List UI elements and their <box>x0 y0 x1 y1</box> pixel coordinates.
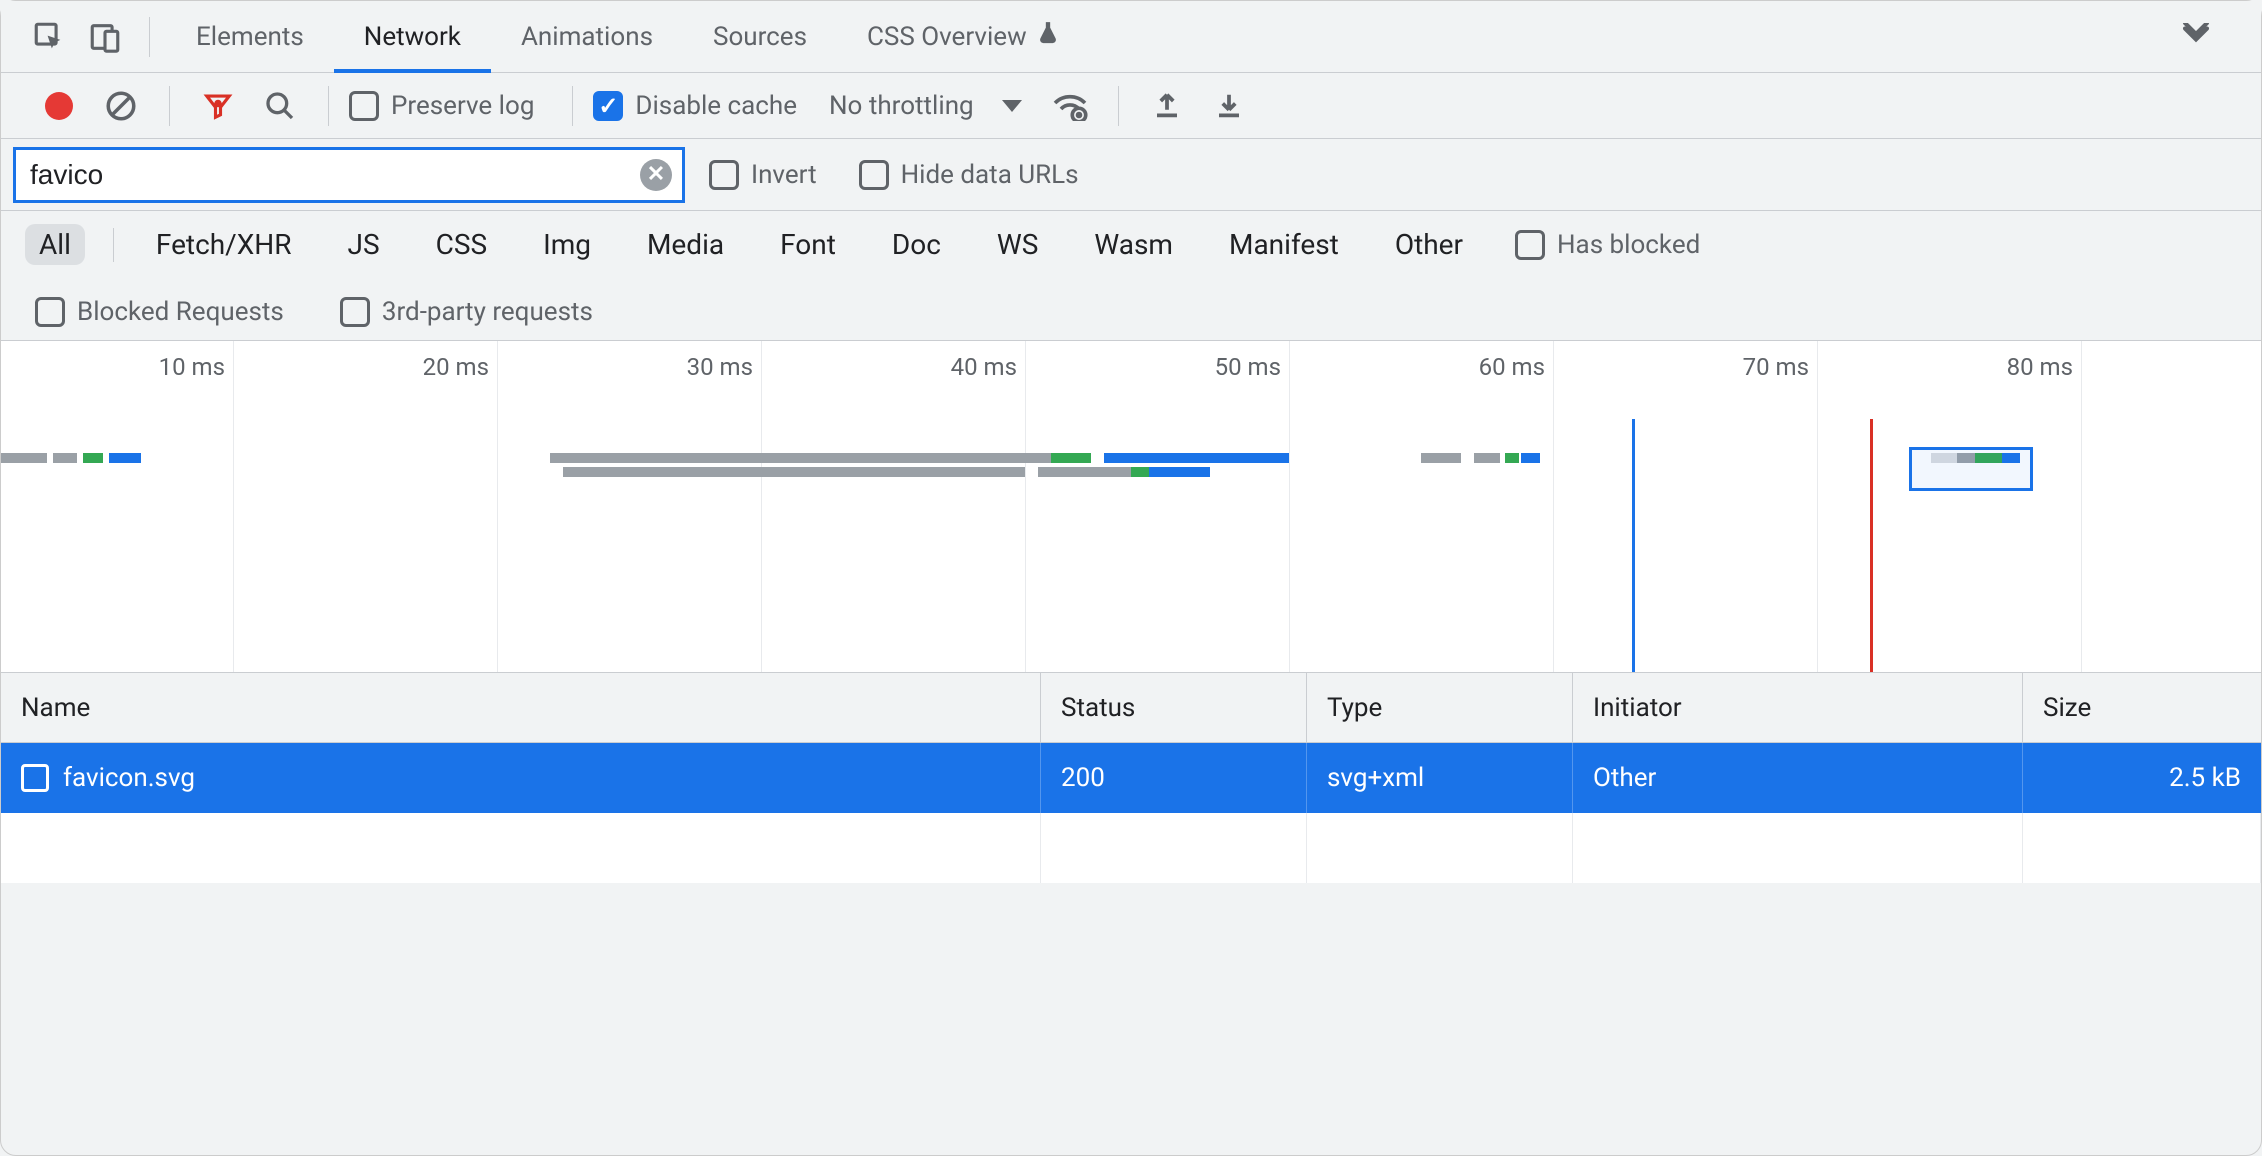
filter-ws[interactable]: WS <box>983 224 1052 265</box>
preserve-log-checkbox[interactable]: Preserve log <box>349 91 534 121</box>
tab-elements[interactable]: Elements <box>166 1 334 73</box>
clear-filter-icon[interactable]: ✕ <box>640 159 672 191</box>
filter-other[interactable]: Other <box>1381 224 1477 265</box>
clear-button[interactable] <box>99 84 143 128</box>
col-name[interactable]: Name <box>1 673 1041 742</box>
load-event-marker <box>1870 419 1873 672</box>
divider <box>328 86 329 126</box>
filter-js[interactable]: JS <box>334 224 394 265</box>
col-type[interactable]: Type <box>1307 673 1573 742</box>
network-toolbar: Preserve log Disable cache No throttling <box>1 73 2261 139</box>
table-row[interactable]: favicon.svg 200 svg+xml Other 2.5 kB <box>1 743 2261 813</box>
filter-font[interactable]: Font <box>766 224 850 265</box>
tab-label: Network <box>364 22 461 52</box>
tab-sources[interactable]: Sources <box>683 1 837 73</box>
tab-css-overview[interactable]: CSS Overview <box>837 1 1091 73</box>
checkbox-label: Has blocked <box>1557 230 1700 260</box>
disable-cache-checkbox[interactable]: Disable cache <box>593 91 797 121</box>
checkbox-label: Invert <box>751 160 817 190</box>
table-header: Name Status Type Initiator Size <box>1 673 2261 743</box>
category-filter-row: All Fetch/XHR JS CSS Img Media Font Doc … <box>1 211 2261 341</box>
timeline-selection[interactable] <box>1909 447 2033 491</box>
blocked-requests-checkbox[interactable]: Blocked Requests <box>35 297 284 327</box>
filter-input[interactable] <box>30 159 640 191</box>
filter-input-wrapper: ✕ <box>13 147 685 203</box>
cell-initiator: Other <box>1573 743 2023 813</box>
timeline-grid <box>1 341 2261 672</box>
checkbox-label: Preserve log <box>391 91 534 121</box>
checkbox-icon <box>709 160 739 190</box>
devtools-tab-bar: Elements Network Animations Sources CSS … <box>1 1 2261 73</box>
divider <box>149 17 150 57</box>
more-tabs-icon[interactable] <box>2151 22 2241 52</box>
cell-size: 2.5 kB <box>2023 743 2261 813</box>
network-conditions-icon[interactable] <box>1048 84 1092 128</box>
filter-toggle-icon[interactable] <box>196 84 240 128</box>
divider <box>169 86 170 126</box>
divider <box>572 86 573 126</box>
timeline-labels: 10 ms20 ms30 ms40 ms50 ms60 ms70 ms80 ms… <box>1 347 2261 381</box>
col-initiator[interactable]: Initiator <box>1573 673 2023 742</box>
cell-name: favicon.svg <box>1 743 1041 813</box>
tab-label: Sources <box>713 22 807 52</box>
record-button[interactable] <box>45 92 73 120</box>
tab-network[interactable]: Network <box>334 1 491 73</box>
tab-label: Animations <box>521 22 653 52</box>
network-timeline[interactable]: 10 ms20 ms30 ms40 ms50 ms60 ms70 ms80 ms… <box>1 341 2261 673</box>
checkbox-icon <box>859 160 889 190</box>
file-icon <box>21 764 49 792</box>
table-row-empty <box>1 813 2261 883</box>
filter-css[interactable]: CSS <box>422 224 501 265</box>
export-har-icon[interactable] <box>1207 84 1251 128</box>
search-icon[interactable] <box>258 84 302 128</box>
checkbox-icon <box>340 297 370 327</box>
invert-checkbox[interactable]: Invert <box>709 160 817 190</box>
cell-status: 200 <box>1041 743 1307 813</box>
checkbox-icon <box>1515 230 1545 260</box>
divider <box>1118 86 1119 126</box>
empty-rows <box>1 813 2261 883</box>
flask-icon <box>1035 20 1061 53</box>
throttling-select[interactable]: No throttling <box>829 91 974 121</box>
checkbox-icon <box>35 297 65 327</box>
filter-doc[interactable]: Doc <box>878 224 955 265</box>
filter-manifest[interactable]: Manifest <box>1215 224 1353 265</box>
checkbox-label: Hide data URLs <box>901 160 1079 190</box>
third-party-checkbox[interactable]: 3rd-party requests <box>340 297 593 327</box>
filter-row: ✕ Invert Hide data URLs <box>1 139 2261 211</box>
filter-all[interactable]: All <box>25 224 85 265</box>
col-size[interactable]: Size <box>2023 673 2261 742</box>
filter-img[interactable]: Img <box>529 224 605 265</box>
tab-label: CSS Overview <box>867 22 1027 52</box>
filter-wasm[interactable]: Wasm <box>1080 224 1187 265</box>
tab-animations[interactable]: Animations <box>491 1 683 73</box>
filter-media[interactable]: Media <box>633 224 738 265</box>
chevron-down-icon[interactable] <box>1002 100 1022 112</box>
hide-data-urls-checkbox[interactable]: Hide data URLs <box>859 160 1079 190</box>
has-blocked-checkbox[interactable]: Has blocked <box>1515 230 1700 260</box>
checkbox-icon <box>349 91 379 121</box>
cell-type: svg+xml <box>1307 743 1573 813</box>
tab-label: Elements <box>196 22 304 52</box>
col-status[interactable]: Status <box>1041 673 1307 742</box>
filter-fetch-xhr[interactable]: Fetch/XHR <box>142 224 306 265</box>
checkbox-icon <box>593 91 623 121</box>
dom-content-loaded-marker <box>1632 419 1635 672</box>
checkbox-label: Blocked Requests <box>77 297 284 327</box>
inspect-element-icon[interactable] <box>21 9 77 65</box>
network-table: Name Status Type Initiator Size favicon.… <box>1 673 2261 883</box>
checkbox-label: Disable cache <box>635 91 797 121</box>
divider <box>113 228 114 262</box>
import-har-icon[interactable] <box>1145 84 1189 128</box>
device-toggle-icon[interactable] <box>77 9 133 65</box>
throttling-label: No throttling <box>829 91 974 121</box>
checkbox-label: 3rd-party requests <box>382 297 593 327</box>
